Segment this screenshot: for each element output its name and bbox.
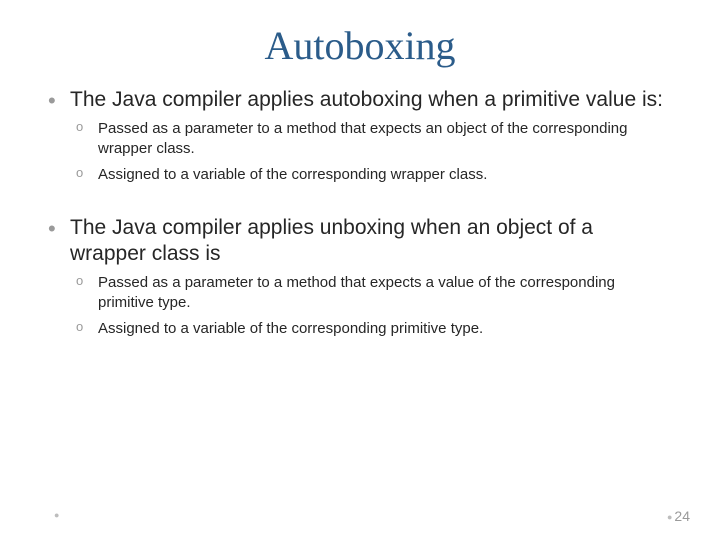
sub-bullet-item: Passed as a parameter to a method that e… [98, 119, 670, 158]
slide-title: Autoboxing [0, 0, 720, 87]
slide-content: The Java compiler applies autoboxing whe… [0, 87, 720, 339]
bullet-item: The Java compiler applies autoboxing whe… [70, 87, 670, 185]
sub-bullet-item: Passed as a parameter to a method that e… [98, 273, 670, 312]
sub-bullet-item: Assigned to a variable of the correspond… [98, 319, 670, 339]
bullet-text: The Java compiler applies autoboxing whe… [70, 88, 663, 111]
sub-bullet-item: Assigned to a variable of the correspond… [98, 165, 670, 185]
footer-decoration-icon: ● [54, 510, 59, 520]
bullet-text: The Java compiler applies unboxing when … [70, 216, 593, 265]
bullet-item: The Java compiler applies unboxing when … [70, 215, 670, 339]
page-number: 24 [667, 508, 690, 524]
